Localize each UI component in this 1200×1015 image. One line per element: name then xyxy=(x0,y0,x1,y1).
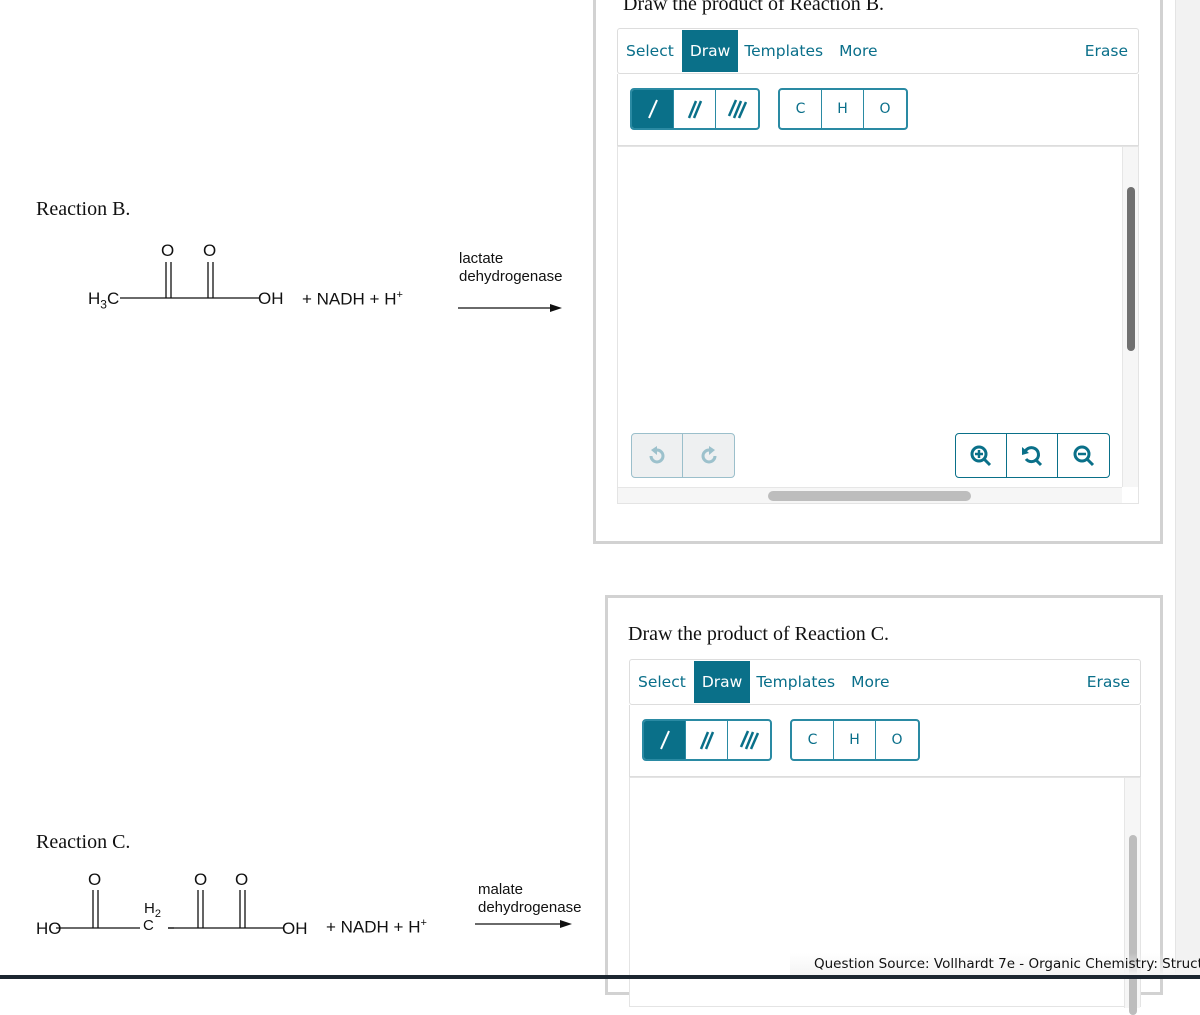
enzyme-label: lactate dehydrogenase xyxy=(459,250,563,285)
atom-c-button[interactable]: C xyxy=(792,721,834,759)
reaction-b-scheme: O O H3C OH + NADH + H+ lactate dehydrogen… xyxy=(80,235,600,315)
editor-c-tools: C H O xyxy=(629,705,1141,777)
zoom-reset-icon[interactable] xyxy=(1007,434,1058,477)
hydroxyl-group: HO xyxy=(36,919,62,938)
redo-icon[interactable] xyxy=(683,434,734,477)
zoom-controls xyxy=(955,433,1110,478)
erase-button[interactable]: Erase xyxy=(1077,29,1138,73)
bond-group xyxy=(642,719,772,761)
tab-templates[interactable]: Templates xyxy=(750,660,843,704)
bond-group xyxy=(630,88,760,130)
reaction-b-label: Reaction B. xyxy=(36,198,131,220)
triple-bond-button[interactable] xyxy=(716,90,758,128)
tab-draw[interactable]: Draw xyxy=(693,661,751,703)
zoom-out-icon[interactable] xyxy=(1058,434,1109,477)
scrollbar-thumb[interactable] xyxy=(1127,187,1135,351)
history-controls xyxy=(631,433,735,478)
enzyme-label: malate dehydrogenase xyxy=(478,881,582,916)
atom-o-button[interactable]: O xyxy=(876,721,918,759)
tab-more[interactable]: More xyxy=(843,660,897,704)
tab-select[interactable]: Select xyxy=(630,660,694,704)
atom-c-button[interactable]: C xyxy=(780,90,822,128)
page-scroll-gutter xyxy=(1175,0,1200,979)
tab-more[interactable]: More xyxy=(831,29,885,73)
oxygen-atom: O xyxy=(88,870,102,889)
oxygen-atom: O xyxy=(235,870,249,889)
atom-h-button[interactable]: H xyxy=(822,90,864,128)
reagents: + NADH + H+ xyxy=(302,289,403,309)
oxygen-atom: O xyxy=(161,241,175,260)
methylene-carbon: C xyxy=(143,917,154,934)
double-bond-button[interactable] xyxy=(686,721,728,759)
atom-group: C H O xyxy=(778,88,908,130)
zoom-in-icon[interactable] xyxy=(956,434,1007,477)
tab-draw[interactable]: Draw xyxy=(681,30,739,72)
editor-c-title: Draw the product of Reaction C. xyxy=(628,623,890,645)
oxygen-atom: O xyxy=(194,870,208,889)
erase-button[interactable]: Erase xyxy=(1079,660,1140,704)
triple-bond-button[interactable] xyxy=(728,721,770,759)
oxygen-atom: O xyxy=(203,241,217,260)
atom-group: C H O xyxy=(790,719,920,761)
hydroxyl-group: OH xyxy=(282,919,308,938)
reaction-c-label: Reaction C. xyxy=(36,831,131,853)
tab-templates[interactable]: Templates xyxy=(738,29,831,73)
single-bond-button[interactable] xyxy=(632,90,674,128)
editor-c-panel: Draw the product of Reaction C. Select D… xyxy=(605,595,1163,1015)
horizontal-scrollbar[interactable] xyxy=(618,487,1122,503)
editor-b-panel: Draw the product of Reaction B. Select D… xyxy=(593,0,1163,544)
editor-b-title: Draw the product of Reaction B. xyxy=(623,0,885,15)
double-bond-button[interactable] xyxy=(674,90,716,128)
reaction-c-scheme: O O O HO H2 C OH + NADH + H+ malate dehyd… xyxy=(30,868,600,948)
hydroxyl-group: OH xyxy=(258,289,284,308)
editor-b-tools: C H O xyxy=(617,74,1139,146)
scrollbar-thumb[interactable] xyxy=(1129,835,1137,1015)
bottom-bar xyxy=(0,975,1200,979)
question-source: Question Source: Vollhardt 7e - Organic … xyxy=(814,956,1200,972)
atom-h-button[interactable]: H xyxy=(834,721,876,759)
vertical-scrollbar[interactable] xyxy=(1122,147,1138,487)
editor-b-toolbar: Select Draw Templates More Erase xyxy=(617,28,1139,74)
undo-icon[interactable] xyxy=(632,434,683,477)
footer: Question Source: Vollhardt 7e - Organic … xyxy=(790,953,1200,975)
atom-o-button[interactable]: O xyxy=(864,90,906,128)
reagents: + NADH + H+ xyxy=(326,917,427,937)
methyl-group: H3C xyxy=(88,289,120,312)
scrollbar-thumb[interactable] xyxy=(768,491,971,501)
tab-select[interactable]: Select xyxy=(618,29,682,73)
editor-c-toolbar: Select Draw Templates More Erase xyxy=(629,659,1141,705)
editor-b-canvas[interactable] xyxy=(617,146,1139,504)
single-bond-button[interactable] xyxy=(644,721,686,759)
